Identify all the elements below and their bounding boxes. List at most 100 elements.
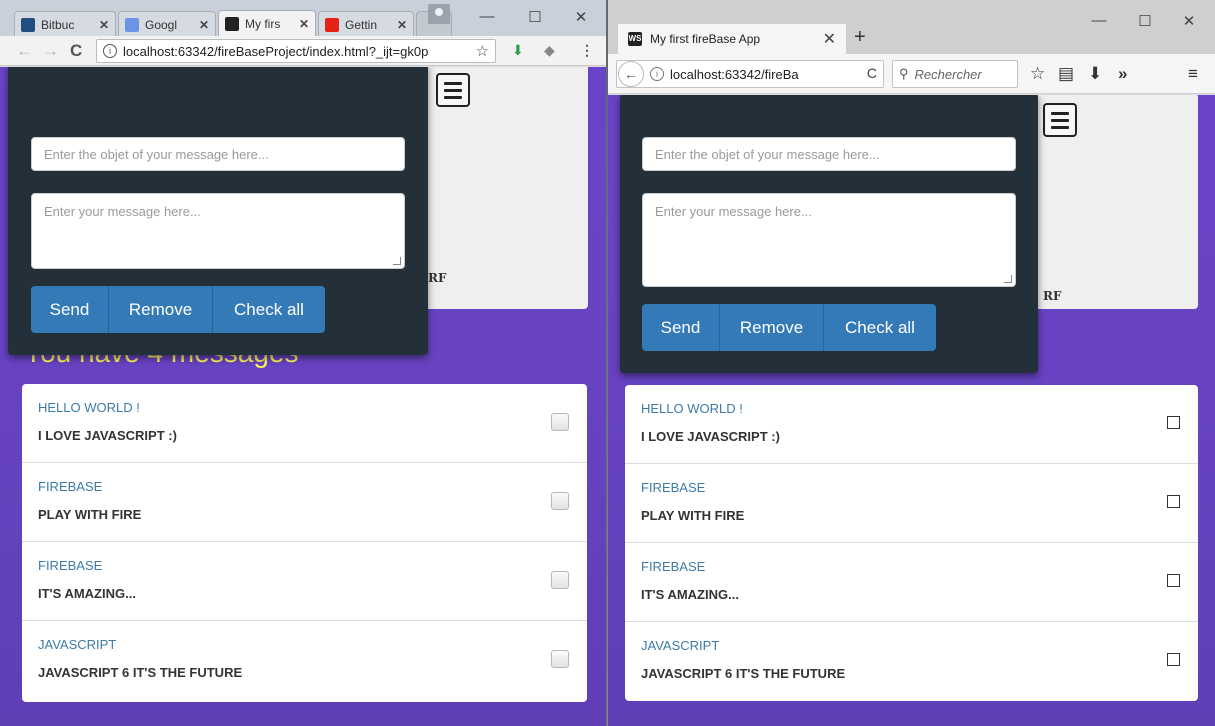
reload-icon[interactable]: C — [867, 65, 877, 81]
message-placeholder: Enter your message here... — [655, 204, 812, 219]
message-body: IT'S AMAZING... — [38, 586, 136, 601]
send-button[interactable]: Send — [642, 304, 720, 351]
new-tab-plus-icon[interactable]: + — [854, 26, 866, 49]
messages-list: HELLO WORLD ! I LOVE JAVASCRIPT :) FIREB… — [22, 384, 587, 702]
check-all-button[interactable]: Check all — [824, 304, 936, 351]
message-textarea[interactable]: Enter your message here... — [31, 193, 405, 269]
list-item: FIREBASE PLAY WITH FIRE — [22, 463, 587, 542]
tab-label: Googl — [145, 17, 178, 32]
download-extension-icon[interactable]: ⬇ — [512, 42, 524, 59]
message-placeholder: Enter your message here... — [44, 204, 201, 219]
message-checkbox[interactable] — [1167, 653, 1180, 666]
forward-icon[interactable]: → — [42, 41, 59, 61]
search-input[interactable]: ⚲ Rechercher — [892, 60, 1018, 88]
info-icon[interactable]: i — [650, 67, 664, 81]
google-icon — [125, 17, 139, 32]
message-checkbox[interactable] — [1167, 416, 1180, 429]
message-body: PLAY WITH FIRE — [641, 508, 745, 523]
back-icon[interactable]: ← — [618, 61, 644, 87]
overflow-chevron-icon[interactable]: » — [1118, 64, 1127, 84]
close-icon[interactable]: ✕ — [299, 17, 309, 31]
tab-my-first[interactable]: My firs ✕ — [218, 10, 316, 37]
message-subject: HELLO WORLD ! — [38, 400, 140, 415]
close-icon[interactable]: ✕ — [397, 18, 407, 32]
resize-grip-icon[interactable] — [1004, 275, 1012, 283]
header-text-fragment: RF — [1043, 289, 1062, 303]
webstorm-icon — [225, 17, 239, 31]
maximize-icon[interactable]: ☐ — [520, 8, 550, 26]
message-body: I LOVE JAVASCRIPT :) — [641, 429, 780, 444]
message-checkbox[interactable] — [551, 571, 569, 589]
minimize-icon[interactable]: — — [472, 8, 502, 25]
tab-label: Gettin — [345, 17, 378, 32]
message-textarea[interactable]: Enter your message here... — [642, 193, 1016, 287]
message-body: I LOVE JAVASCRIPT :) — [38, 428, 177, 443]
address-text: localhost:63342/fireBaseProject/index.ht… — [123, 43, 429, 59]
object-input[interactable]: Enter the objet of your message here... — [642, 137, 1016, 171]
message-body: IT'S AMAZING... — [641, 587, 739, 602]
check-all-button[interactable]: Check all — [213, 286, 325, 333]
header-text-fragment: RF — [428, 271, 447, 285]
hamburger-menu-button[interactable] — [436, 73, 470, 107]
list-item: FIREBASE IT'S AMAZING... — [22, 542, 587, 621]
send-button[interactable]: Send — [31, 286, 109, 333]
page-viewport: RF You have 4 messages HELLO WORLD ! I L… — [0, 67, 606, 726]
message-body: JAVASCRIPT 6 IT'S THE FUTURE — [38, 665, 243, 680]
message-checkbox[interactable] — [1167, 495, 1180, 508]
message-subject: HELLO WORLD ! — [641, 401, 743, 416]
close-window-icon[interactable]: ✕ — [566, 8, 596, 26]
close-icon[interactable]: ✕ — [99, 18, 109, 32]
download-icon[interactable]: ⬇ — [1088, 64, 1102, 84]
webstorm-icon: WS — [628, 32, 642, 46]
message-checkbox[interactable] — [551, 492, 569, 510]
list-item: FIREBASE PLAY WITH FIRE — [625, 464, 1198, 543]
close-icon[interactable]: ✕ — [823, 29, 836, 49]
extension-icon[interactable]: ◆ — [544, 42, 555, 59]
address-bar[interactable]: ← i localhost:63342/fireBa C — [616, 60, 884, 88]
page-viewport: RF You have 4 messages HELLO WORLD ! I L… — [608, 95, 1215, 726]
menu-icon[interactable]: ≡ — [1188, 64, 1198, 84]
compose-panel: Enter the objet of your message here... … — [620, 95, 1038, 373]
compose-panel: Enter the objet of your message here... … — [8, 67, 428, 355]
reading-list-icon[interactable]: ▤ — [1058, 64, 1074, 84]
message-checkbox[interactable] — [1167, 574, 1180, 587]
message-checkbox[interactable] — [551, 650, 569, 668]
maximize-icon[interactable]: ☐ — [1130, 12, 1160, 30]
address-bar[interactable]: i localhost:63342/fireBaseProject/index.… — [96, 39, 496, 63]
firefox-window: — ☐ ✕ WS My first fireBase App ✕ + ← i l… — [608, 0, 1215, 726]
back-icon[interactable]: ← — [16, 41, 33, 61]
tab-my-first-firebase-app[interactable]: WS My first fireBase App ✕ — [618, 24, 846, 54]
messages-list: HELLO WORLD ! I LOVE JAVASCRIPT :) FIREB… — [625, 385, 1198, 701]
address-text: localhost:63342/fireBa — [670, 66, 799, 82]
action-button-group: Send Remove Check all — [31, 286, 325, 333]
list-item: JAVASCRIPT JAVASCRIPT 6 IT'S THE FUTURE — [22, 621, 587, 700]
tab-google[interactable]: Googl ✕ — [118, 11, 216, 37]
bookmark-star-icon[interactable]: ☆ — [476, 42, 489, 60]
list-item: JAVASCRIPT JAVASCRIPT 6 IT'S THE FUTURE — [625, 622, 1198, 701]
search-icon: ⚲ — [899, 66, 909, 81]
resize-grip-icon[interactable] — [393, 257, 401, 265]
bookmark-star-icon[interactable]: ☆ — [1030, 64, 1045, 84]
hamburger-menu-button[interactable] — [1043, 103, 1077, 137]
profile-icon[interactable] — [428, 4, 450, 24]
remove-button[interactable]: Remove — [720, 304, 824, 351]
minimize-icon[interactable]: — — [1084, 12, 1114, 29]
close-window-icon[interactable]: ✕ — [1174, 12, 1204, 30]
tab-label: My firs — [245, 17, 281, 31]
info-icon[interactable]: i — [103, 44, 117, 58]
close-icon[interactable]: ✕ — [199, 18, 209, 32]
remove-button[interactable]: Remove — [109, 286, 213, 333]
chrome-toolbar: ← → C i localhost:63342/fireBaseProject/… — [0, 36, 606, 66]
youtube-icon — [325, 17, 339, 32]
list-item: HELLO WORLD ! I LOVE JAVASCRIPT :) — [22, 384, 587, 463]
object-input[interactable]: Enter the objet of your message here... — [31, 137, 405, 171]
message-checkbox[interactable] — [551, 413, 569, 431]
list-item: HELLO WORLD ! I LOVE JAVASCRIPT :) — [625, 385, 1198, 464]
firefox-titlebar: — ☐ ✕ WS My first fireBase App ✕ + — [608, 0, 1215, 54]
message-subject: FIREBASE — [641, 559, 706, 574]
tab-bitbucket[interactable]: Bitbuc ✕ — [14, 11, 116, 37]
message-subject: FIREBASE — [641, 480, 706, 495]
reload-icon[interactable]: C — [70, 41, 82, 61]
menu-icon[interactable]: ⋮ — [580, 42, 594, 59]
tab-getting[interactable]: Gettin ✕ — [318, 11, 414, 37]
